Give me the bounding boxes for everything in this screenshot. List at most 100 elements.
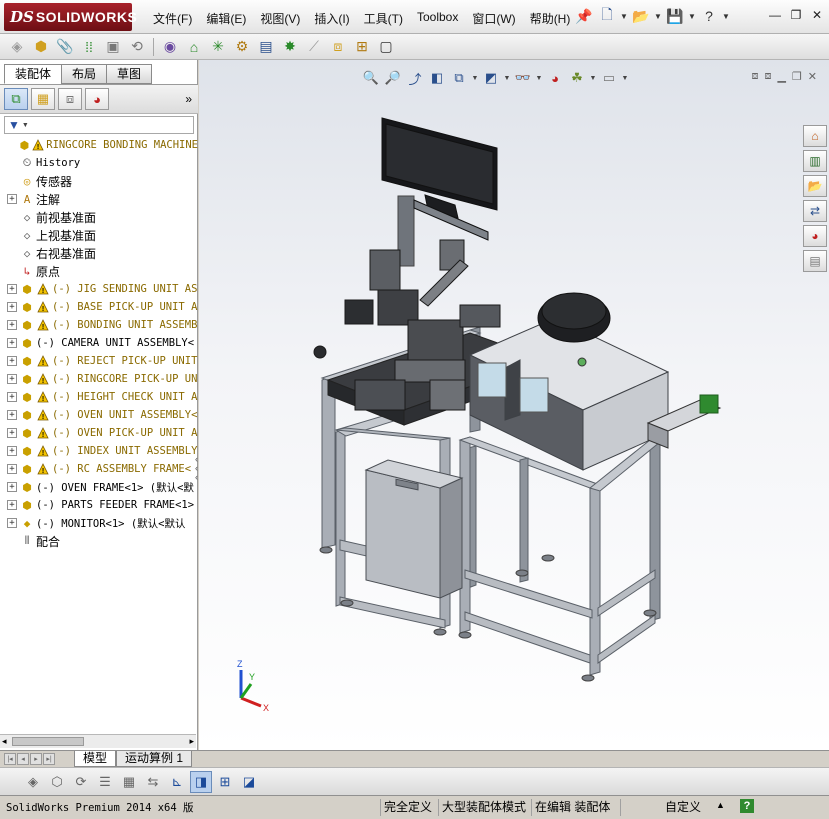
view-settings-dropdown-icon[interactable]: ▼ bbox=[621, 69, 629, 87]
configuration-manager-tab-icon[interactable]: ⧈ bbox=[58, 88, 82, 110]
open-folder-icon[interactable]: 📂 bbox=[631, 6, 651, 26]
tree-item[interactable]: + A 注解 bbox=[0, 190, 198, 208]
help-dropdown-icon[interactable]: ▼ bbox=[722, 12, 730, 21]
menu-file[interactable]: 文件(F) bbox=[146, 10, 199, 27]
expand-plus-icon[interactable]: + bbox=[7, 428, 17, 438]
doc-close-icon[interactable]: ✕ bbox=[808, 70, 817, 83]
zoom-to-fit-icon[interactable]: 🔍 bbox=[361, 69, 381, 87]
file-explorer-icon[interactable]: 📂 bbox=[803, 175, 827, 197]
explode-line-icon[interactable]: ⟋ bbox=[303, 36, 325, 58]
new-motion-study-icon[interactable]: ⚙ bbox=[231, 36, 253, 58]
tab-model[interactable]: 模型 bbox=[74, 751, 117, 767]
tree-filter[interactable]: ▼ ▼ bbox=[4, 116, 194, 134]
scroll-right-icon[interactable]: ▸ bbox=[189, 736, 194, 747]
new-document-icon[interactable]: 🗋 bbox=[597, 6, 617, 26]
view-orientation-dropdown-icon[interactable]: ▼ bbox=[471, 69, 479, 87]
expand-plus-icon[interactable]: + bbox=[7, 518, 17, 528]
pin-icon[interactable]: 📌 bbox=[574, 6, 594, 26]
tree-item[interactable]: + ⬢! (-) JIG SENDING UNIT AS bbox=[0, 280, 198, 298]
new-part-icon[interactable]: ⬢ bbox=[30, 36, 52, 58]
view-settings-icon[interactable]: ▭ bbox=[599, 69, 619, 87]
status-units-custom[interactable]: 自定义 bbox=[620, 799, 730, 816]
display-pane-icon[interactable]: ◪ bbox=[238, 771, 260, 793]
more-tabs-chevron-icon[interactable]: » bbox=[185, 92, 192, 106]
tree-item[interactable]: + ⬢! (-) BONDING UNIT ASSEMB bbox=[0, 316, 198, 334]
help-question-icon[interactable]: ? bbox=[699, 6, 719, 26]
clearance-verification-icon[interactable]: ⊞ bbox=[351, 36, 373, 58]
prev-tab-icon[interactable]: ◂ bbox=[17, 753, 29, 765]
menu-view[interactable]: 视图(V) bbox=[253, 10, 307, 27]
filter-dropdown-icon[interactable]: ▼ bbox=[22, 122, 29, 129]
expand-plus-icon[interactable]: + bbox=[7, 464, 17, 474]
expand-plus-icon[interactable]: + bbox=[7, 482, 17, 492]
expand-plus-icon[interactable]: + bbox=[7, 338, 17, 348]
tree-item[interactable]: + ⬢ (-) PARTS FEEDER FRAME<1> bbox=[0, 496, 198, 514]
open-dropdown-icon[interactable]: ▼ bbox=[654, 12, 662, 21]
move-component-icon[interactable]: ⟲ bbox=[126, 36, 148, 58]
expand-plus-icon[interactable]: + bbox=[7, 410, 17, 420]
tree-root[interactable]: ⬢ ! RINGCORE BONDING MACHINE bbox=[0, 136, 198, 154]
tree-item[interactable]: ⏲ History bbox=[0, 154, 198, 172]
property-manager-tab-icon[interactable]: ▦ bbox=[31, 88, 55, 110]
menu-window[interactable]: 窗口(W) bbox=[465, 10, 522, 27]
display-manager-tab-icon[interactable]: ◕ bbox=[85, 88, 109, 110]
view-orientation-icon[interactable]: ⧉ bbox=[449, 69, 469, 87]
tab-layout[interactable]: 布局 bbox=[61, 64, 108, 84]
expand-plus-icon[interactable]: + bbox=[7, 302, 17, 312]
assembly-features-icon[interactable]: ⌂ bbox=[183, 36, 205, 58]
instant3d-icon[interactable]: ▢ bbox=[375, 36, 397, 58]
hide-show-items-icon[interactable]: 👓 bbox=[513, 69, 533, 87]
shaded-with-edges-icon[interactable]: ◨ bbox=[190, 770, 212, 793]
expand-plus-icon[interactable]: + bbox=[7, 320, 17, 330]
edit-appearance-icon[interactable]: ◕ bbox=[545, 69, 565, 87]
save-dropdown-icon[interactable]: ▼ bbox=[688, 12, 696, 21]
tile-left-icon[interactable]: ⧈ bbox=[751, 70, 758, 83]
tree-item[interactable]: ◎ 传感器 bbox=[0, 172, 198, 190]
tile-right-icon[interactable]: ⧈ bbox=[764, 70, 771, 83]
hide-show-dropdown-icon[interactable]: ▼ bbox=[535, 69, 543, 87]
menu-insert[interactable]: 插入(I) bbox=[307, 10, 356, 27]
zoom-fit-icon[interactable]: ◈ bbox=[22, 771, 44, 793]
tree-item[interactable]: + ⬢! (-) OVEN PICK-UP UNIT A bbox=[0, 424, 198, 442]
tree-item[interactable]: ◇ 右视基准面 bbox=[0, 244, 198, 262]
solidworks-logo[interactable]: DS SOLIDWORKS bbox=[4, 3, 137, 31]
rotate-view-icon[interactable]: ⟳ bbox=[70, 771, 92, 793]
show-hidden-icon[interactable]: ◉ bbox=[159, 36, 181, 58]
expand-plus-icon[interactable]: + bbox=[7, 194, 17, 204]
wireframe-icon[interactable]: ☰ bbox=[94, 771, 116, 793]
expand-plus-icon[interactable]: + bbox=[7, 392, 17, 402]
view-palette-icon[interactable]: ⇄ bbox=[803, 200, 827, 222]
bill-of-materials-icon[interactable]: ▤ bbox=[255, 36, 277, 58]
scroll-left-icon[interactable]: ◂ bbox=[2, 736, 7, 747]
expand-plus-icon[interactable]: + bbox=[7, 284, 17, 294]
previous-view-icon[interactable]: ⤴ bbox=[405, 69, 425, 87]
tree-item[interactable]: + ⬢ (-) OVEN FRAME<1> (默认<默 bbox=[0, 478, 198, 496]
feature-manager-tab-icon[interactable]: ⧉ bbox=[4, 88, 28, 110]
graphics-area[interactable]: 🔍 🔎 ⤴ ◧ ⧉ ▼ ◩ ▼ 👓 ▼ ◕ ☘ ▼ ▭ ▼ ⧈ ⧈ ▁ ❐ ✕ ⌂ ▥ 📂… bbox=[199, 60, 829, 750]
minimize-icon[interactable]: — bbox=[767, 8, 783, 22]
last-tab-icon[interactable]: ▸| bbox=[43, 753, 55, 765]
tree-item[interactable]: + ⬢! (-) INDEX UNIT ASSEMBLY bbox=[0, 442, 198, 460]
units-dropdown-icon[interactable]: ▲ bbox=[716, 800, 725, 810]
close-icon[interactable]: ✕ bbox=[809, 8, 825, 22]
expand-plus-icon[interactable]: + bbox=[7, 356, 17, 366]
interference-detection-icon[interactable]: ⧈ bbox=[327, 36, 349, 58]
tree-item[interactable]: + ⬢! (-) REJECT PICK-UP UNIT bbox=[0, 352, 198, 370]
tree-item[interactable]: ◇ 上视基准面 bbox=[0, 226, 198, 244]
expand-plus-icon[interactable]: + bbox=[7, 374, 17, 384]
tree-item[interactable]: ↳ 原点 bbox=[0, 262, 198, 280]
tree-item[interactable]: ⫴ 配合 bbox=[0, 532, 198, 550]
custom-properties-icon[interactable]: ▤ bbox=[803, 250, 827, 272]
new-dropdown-icon[interactable]: ▼ bbox=[620, 12, 628, 21]
solidworks-resources-icon[interactable]: ⌂ bbox=[803, 125, 827, 147]
assembly-model-view[interactable] bbox=[199, 60, 829, 750]
tree-item[interactable]: + ⬢! (-) HEIGHT CHECK UNIT A bbox=[0, 388, 198, 406]
status-large-assembly-mode[interactable]: 大型装配体模式 bbox=[438, 799, 529, 816]
apply-scene-icon[interactable]: ☘ bbox=[567, 69, 587, 87]
section-view-icon[interactable]: ◧ bbox=[427, 69, 447, 87]
smart-fastener-icon[interactable]: ▣ bbox=[102, 36, 124, 58]
tab-motion-study[interactable]: 运动算例 1 bbox=[116, 751, 193, 767]
menu-tools[interactable]: 工具(T) bbox=[357, 10, 410, 27]
grid-view-icon[interactable]: ⊞ bbox=[214, 771, 236, 793]
insert-component-icon[interactable]: ◈ bbox=[6, 36, 28, 58]
